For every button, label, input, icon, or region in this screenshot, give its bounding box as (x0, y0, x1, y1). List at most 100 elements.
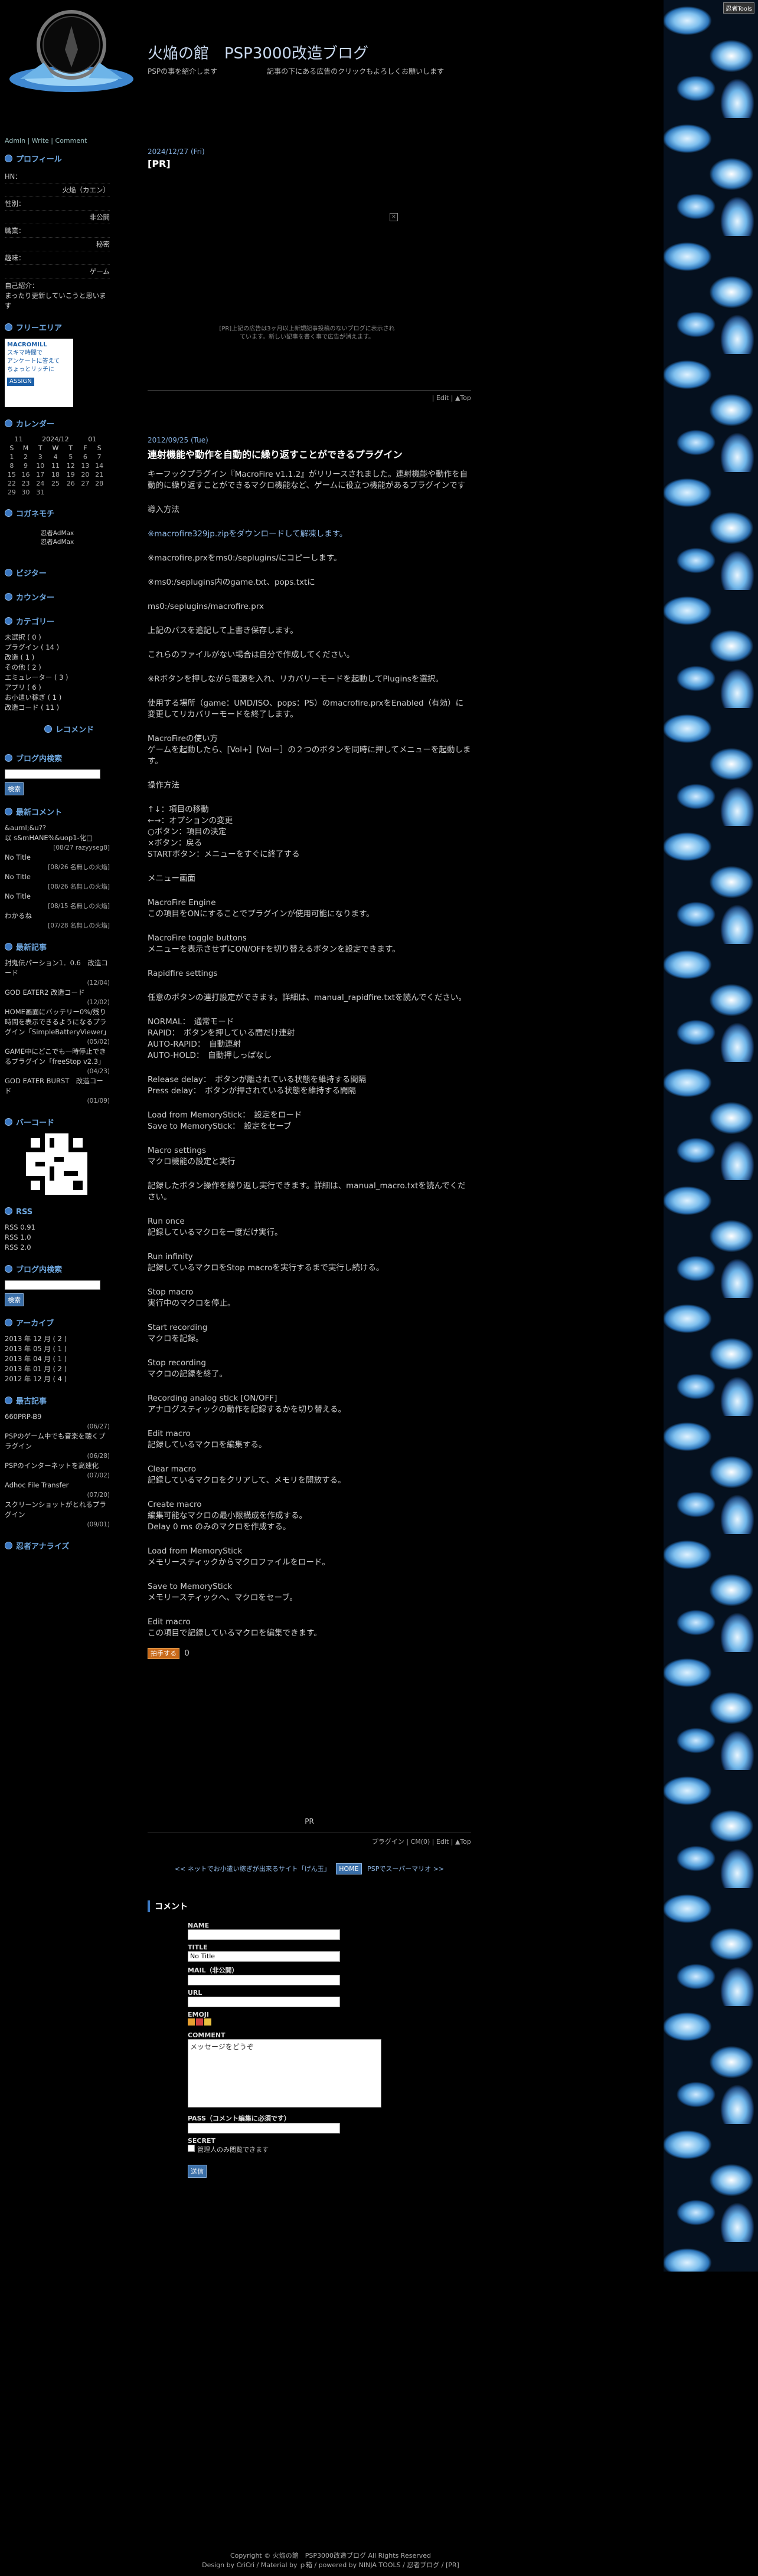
entry-paragraph: メニュー画面 (148, 874, 195, 883)
search-input-2[interactable] (5, 1280, 100, 1290)
ninja-analyze-widget: 忍者アナライズ (5, 1540, 110, 1551)
comment-link[interactable]: わかるね (5, 911, 110, 921)
category-item[interactable]: 改造 ( 1 ) (5, 653, 110, 663)
archive-link[interactable]: 2013 年 04 月 ( 1 ) (5, 1354, 110, 1364)
bullet-icon (5, 593, 12, 601)
comment-link[interactable]: &auml;&u?? (5, 823, 110, 833)
next-entry-link[interactable]: PSPでスーパーマリオ >> (367, 1865, 444, 1873)
bullet-icon (5, 808, 12, 815)
home-link[interactable]: HOME (336, 1863, 362, 1874)
oldest-entry-link[interactable]: PSPのゲーム中でも音楽を聴くプラグイン (5, 1431, 110, 1451)
recent-entry-link[interactable]: GOD EATER2 改造コード (5, 988, 110, 998)
logo-emblem (9, 10, 133, 92)
recent-entry-link[interactable]: GAME中にどこでも一時停止できるプラグイン「freeStop v2.3」 (5, 1047, 110, 1067)
entry-paragraph: 導入方法 (148, 505, 179, 514)
name-input[interactable] (188, 1929, 340, 1940)
comment-textarea[interactable]: メッセージをどうぞ (188, 2039, 381, 2108)
rss-link[interactable]: RSS 2.0 (5, 1243, 110, 1253)
bullet-icon (5, 1397, 12, 1404)
prev-entry-link[interactable]: << ネットでお小遣い稼ぎが出来るサイト「げん玉」 (175, 1865, 331, 1873)
footer: Copyright © 火焔の館 PSP3000改造ブログ All Rights… (0, 2551, 661, 2570)
recent-comments-widget: 最新コメント &auml;&u?? 以 s&mHANE%&uop1-化□ [08… (5, 808, 110, 929)
recommend-widget: レコメンド (5, 723, 110, 735)
entry-title[interactable]: [PR] (148, 158, 471, 169)
admax-image[interactable]: 忍者AdMax (5, 529, 110, 538)
bullet-icon (5, 1319, 12, 1326)
profile-intro: まったり更新していこうと思います (5, 291, 106, 310)
oldest-entry-link[interactable]: PSPのインターネットを高速化 (5, 1461, 110, 1471)
archive-widget: アーカイブ 2013 年 12 月 ( 2 ) 2013 年 05 月 ( 1 … (5, 1317, 110, 1384)
comment-form-title: コメント (148, 1900, 471, 1912)
calendar-next-link[interactable]: 01 (79, 435, 106, 444)
calendar-prev-link[interactable]: 11 (5, 435, 32, 444)
admax-text[interactable]: 忍者AdMax (5, 538, 110, 547)
recent-entry-link[interactable]: 封鬼伝パーション1．0.6 改造コード (5, 958, 110, 978)
bullet-icon (5, 1118, 12, 1126)
search-input[interactable] (5, 769, 100, 779)
url-input[interactable] (188, 1997, 340, 2007)
category-item[interactable]: 改造コード ( 11 ) (5, 703, 110, 713)
main-content: 2024/12/27 (Fri) [PR] × [PR]上記の広告は3ヶ月以上新… (148, 148, 471, 2178)
entry-paragraph: MacroFire Engine この項目をONにすることでプラグインが使用可能… (148, 898, 374, 919)
recent-entry-link[interactable]: HOME画面にバッテリー0%/残り時間を表示できるようになるプラグイン「Simp… (5, 1007, 110, 1037)
archive-link[interactable]: 2012 年 12 月 ( 4 ) (5, 1374, 110, 1384)
comment-link[interactable]: No Title (5, 853, 110, 863)
rss-link[interactable]: RSS 1.0 (5, 1233, 110, 1243)
site-description: PSPの事を紹介します 記事の下にある広告のクリックもよろしくお願いします (148, 67, 445, 76)
entry-paragraph: ※Rボタンを押しながら電源を入れ、リカバリーモードを起動してPluginsを選択… (148, 674, 443, 684)
entry-paragraph: Stop recording マクロの記録を終了。 (148, 1358, 227, 1379)
macromill-banner[interactable]: MACROMILL スキマ時間で アンケートに答えて ちょっとリッチに ASSI… (5, 339, 73, 407)
archive-link[interactable]: 2013 年 05 月 ( 1 ) (5, 1344, 110, 1354)
comment-link[interactable]: No Title (5, 872, 110, 882)
comment-link[interactable]: No Title (5, 892, 110, 902)
entry-paragraph: Macro settings マクロ機能の設定と実行 (148, 1146, 236, 1166)
ninja-tools-badge[interactable]: 忍者Tools (723, 2, 754, 14)
emoji-picker[interactable] (188, 2018, 471, 2028)
pr-entry: 2024/12/27 (Fri) [PR] × [PR]上記の広告は3ヶ月以上新… (148, 148, 471, 402)
category-item[interactable]: エミュレーター ( 3 ) (5, 673, 110, 683)
entry-paragraph: 操作方法 (148, 781, 179, 790)
oldest-entry-link[interactable]: Adhoc File Transfer (5, 1480, 110, 1490)
entry-paragraph: Stop macro 実行中のマクロを停止。 (148, 1287, 236, 1308)
bullet-icon (5, 155, 12, 162)
entry-paragraph: Start recording マクロを記録。 (148, 1323, 208, 1343)
comment-link[interactable]: 以 s&mHANE%&uop1-化□ (5, 833, 110, 843)
rss-link[interactable]: RSS 0.91 (5, 1223, 110, 1233)
emoji-icon[interactable] (204, 2018, 211, 2026)
pr-text[interactable]: PR (148, 1817, 471, 1826)
clap-button[interactable]: 拍手する (148, 1648, 179, 1659)
archive-link[interactable]: 2013 年 01 月 ( 2 ) (5, 1364, 110, 1374)
mail-input[interactable] (188, 1975, 340, 1985)
entry-date: 2012/09/25 (Tue) (148, 436, 208, 444)
qr-code-icon (26, 1133, 87, 1195)
admin-links[interactable]: Admin | Write | Comment (5, 137, 110, 145)
credits[interactable]: Design by CriCri / Material by ｐ箱 / powe… (0, 2561, 661, 2570)
site-title[interactable]: 火焔の館 PSP3000改造ブログ (148, 41, 368, 63)
category-item[interactable]: プラグイン ( 14 ) (5, 643, 110, 653)
barcode-widget: バーコード (5, 1116, 110, 1197)
password-input[interactable] (188, 2123, 340, 2133)
secret-checkbox[interactable] (188, 2145, 195, 2152)
category-item[interactable]: その他 ( 2 ) (5, 663, 110, 673)
oldest-entry-link[interactable]: 660PRP-B9 (5, 1412, 110, 1422)
category-item[interactable]: お小遣い稼ぎ ( 1 ) (5, 693, 110, 703)
category-item[interactable]: アプリ ( 6 ) (5, 683, 110, 693)
oldest-entry-link[interactable]: スクリーンショットがとれるプラグイン (5, 1500, 110, 1520)
archive-link[interactable]: 2013 年 12 月 ( 2 ) (5, 1334, 110, 1344)
entry-footer[interactable]: | Edit | ▲Top (148, 390, 471, 402)
entry-title[interactable]: 連射機能や動作を自動的に繰り返すことができるプラグイン (148, 447, 471, 461)
search-button[interactable]: 検索 (5, 782, 24, 795)
search-button-2[interactable]: 検索 (5, 1293, 24, 1306)
emoji-icon[interactable] (196, 2018, 203, 2026)
profile-widget: プロフィール HN： 火焔（カエン） 性別： 非公開 職業： 秘密 趣味： ゲー… (5, 155, 110, 310)
entry-footer[interactable]: プラグイン | CM(0) | Edit | ▲Top (148, 1833, 471, 1846)
entry-paragraph: ms0:/seplugins/macrofire.prx (148, 602, 264, 611)
title-input[interactable]: No Title (188, 1951, 340, 1962)
emoji-icon[interactable] (188, 2018, 195, 2026)
bullet-icon (44, 725, 52, 733)
bullet-icon (5, 569, 12, 576)
recent-entry-link[interactable]: GOD EATER BURST 改造コード (5, 1076, 110, 1096)
category-item[interactable]: 未選択 ( 0 ) (5, 632, 110, 643)
submit-button[interactable]: 送信 (188, 2165, 207, 2178)
copyright[interactable]: Copyright © 火焔の館 PSP3000改造ブログ All Rights… (0, 2551, 661, 2561)
